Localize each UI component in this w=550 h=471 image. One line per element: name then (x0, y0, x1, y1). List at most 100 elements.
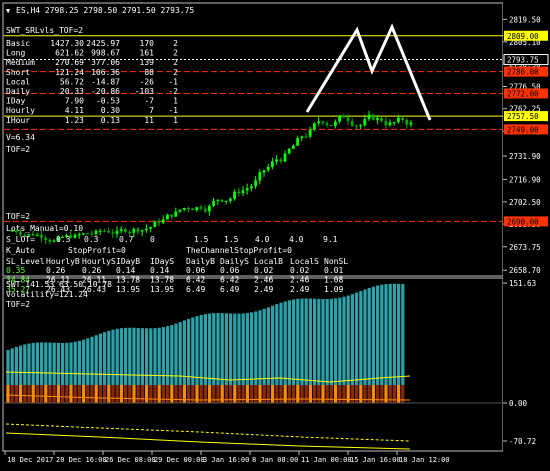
candle-body (271, 161, 274, 167)
swt-lower-bar (182, 385, 186, 403)
swt-lower-bar (321, 385, 325, 403)
swt-bar (262, 308, 266, 385)
stats-row-v2: 998.67 (91, 49, 120, 58)
swt-bar (182, 320, 186, 385)
swt-bar (313, 298, 317, 385)
swt-lower-bar (161, 385, 165, 403)
sl-cell: 0.26 (82, 266, 101, 275)
candle-body (346, 117, 350, 121)
volatility-label: Volatility=121.24 (6, 290, 88, 299)
stats-row-label: Hourly (6, 106, 35, 115)
stats-row-v1: 4.11 (65, 106, 84, 115)
chart-canvas[interactable]: ▼ ES,H4 2798.25 2798.50 2791.50 2793.75 … (0, 0, 550, 467)
time-tick-label: 3 Jan 16:00 (203, 456, 249, 464)
auto-stop-profit: StopProfit=0 (68, 246, 126, 255)
candle-body (52, 240, 56, 242)
swt-lower-bar (367, 385, 371, 403)
candle-body (182, 207, 186, 210)
sl-cell: 0.02 (290, 266, 309, 275)
swt-lower-bar (69, 385, 73, 403)
indicator-tick-label: -70.72 (509, 437, 536, 446)
swt-lower-bar (132, 385, 136, 403)
swt-lower-bar (65, 385, 69, 403)
swt-bar (153, 328, 157, 385)
candle-body (48, 239, 52, 242)
candle-body (392, 122, 396, 124)
stats-row-label: IHour (6, 116, 30, 125)
sl-header: DailyS (220, 257, 249, 266)
sl-cell: 2.49 (290, 285, 309, 294)
lot-header-value: 1.5 (194, 235, 209, 244)
swt-lower-bar (296, 385, 300, 403)
sl-cell: 0.02 (254, 266, 273, 275)
swt-lower-bar (19, 385, 23, 403)
swt-lower-bar (371, 385, 375, 403)
swt-bar (401, 283, 405, 385)
swt-bar (224, 313, 228, 385)
swt-bar (140, 328, 144, 385)
swt-lower-bar (224, 385, 228, 403)
swt-bar (308, 298, 312, 385)
stats-row-label: Short (6, 68, 30, 77)
swt-lower-bar (287, 385, 291, 403)
swt-lower-bar (56, 385, 60, 403)
candle-body (149, 227, 152, 229)
swt-lower-bar (153, 385, 157, 403)
candle-body (233, 191, 236, 199)
candle-body (304, 136, 308, 138)
swt-lower-bar (271, 385, 275, 403)
swt-bar (27, 343, 31, 385)
swt-bar (266, 307, 270, 385)
swt-lower-bar (136, 385, 140, 403)
price-level-label: 2749.00 (507, 125, 539, 134)
lot-header-value: 0 (150, 235, 155, 244)
swt-bar (94, 335, 98, 385)
swt-lower-bar (313, 385, 317, 403)
time-tick-label: 29 Dec 00:00 (154, 456, 205, 464)
swt-lower-bar (363, 385, 367, 403)
stats-row-label: Basic (6, 39, 30, 48)
swt-bar (191, 317, 195, 385)
candle-body (145, 228, 148, 231)
stats-row-v3: 11 (144, 116, 154, 125)
candle-body (199, 207, 203, 209)
sl-cell: 0.14 (150, 266, 169, 275)
stats-row-v1: 1427.30 (50, 39, 84, 48)
stats-row-v1: 270.69 (55, 58, 84, 67)
stats-row-v2: -0.53 (96, 97, 120, 106)
channel-stop-profit: TheChannelStopProfit=0 (186, 246, 292, 255)
stats-row-label: Daily (6, 87, 30, 96)
sl-cell: 13.95 (116, 285, 140, 294)
sl-cell: 2.49 (254, 285, 273, 294)
swt-bar (371, 286, 375, 385)
candle-body (275, 159, 278, 162)
stats-row-v1: 56.72 (60, 77, 84, 86)
swt-bar (233, 313, 237, 385)
stats-row-v3: 161 (140, 49, 155, 58)
swt-lower-bar (329, 385, 333, 403)
swt-bar (283, 301, 287, 385)
sl-header: HourlyS (82, 257, 116, 266)
lot-header-label: S_LOT= (6, 235, 35, 244)
lot-header-value: 0.3 (84, 235, 99, 244)
candle-body (325, 123, 329, 125)
candle-body (111, 232, 115, 234)
swt-lower-bar (145, 385, 149, 403)
candle-body (220, 199, 224, 202)
candle-body (287, 148, 291, 154)
swt-lower-bar (308, 385, 312, 403)
swt-bar (388, 283, 392, 385)
swt-bar (384, 284, 388, 385)
swt-bar (376, 285, 380, 385)
candle-body (170, 214, 173, 217)
swt-bar (19, 345, 23, 385)
time-tick-label: 15 Jan 16:00 (350, 456, 401, 464)
swt-bar (52, 342, 56, 385)
swt-lower-bar (48, 385, 52, 403)
swt-lower-bar (300, 385, 304, 403)
price-tick-label: 2819.50 (509, 15, 541, 24)
candle-body (44, 237, 47, 240)
stats-row-v1: 1.23 (65, 116, 84, 125)
stats-row-v4: 1 (173, 116, 178, 125)
candle-body (35, 235, 39, 237)
